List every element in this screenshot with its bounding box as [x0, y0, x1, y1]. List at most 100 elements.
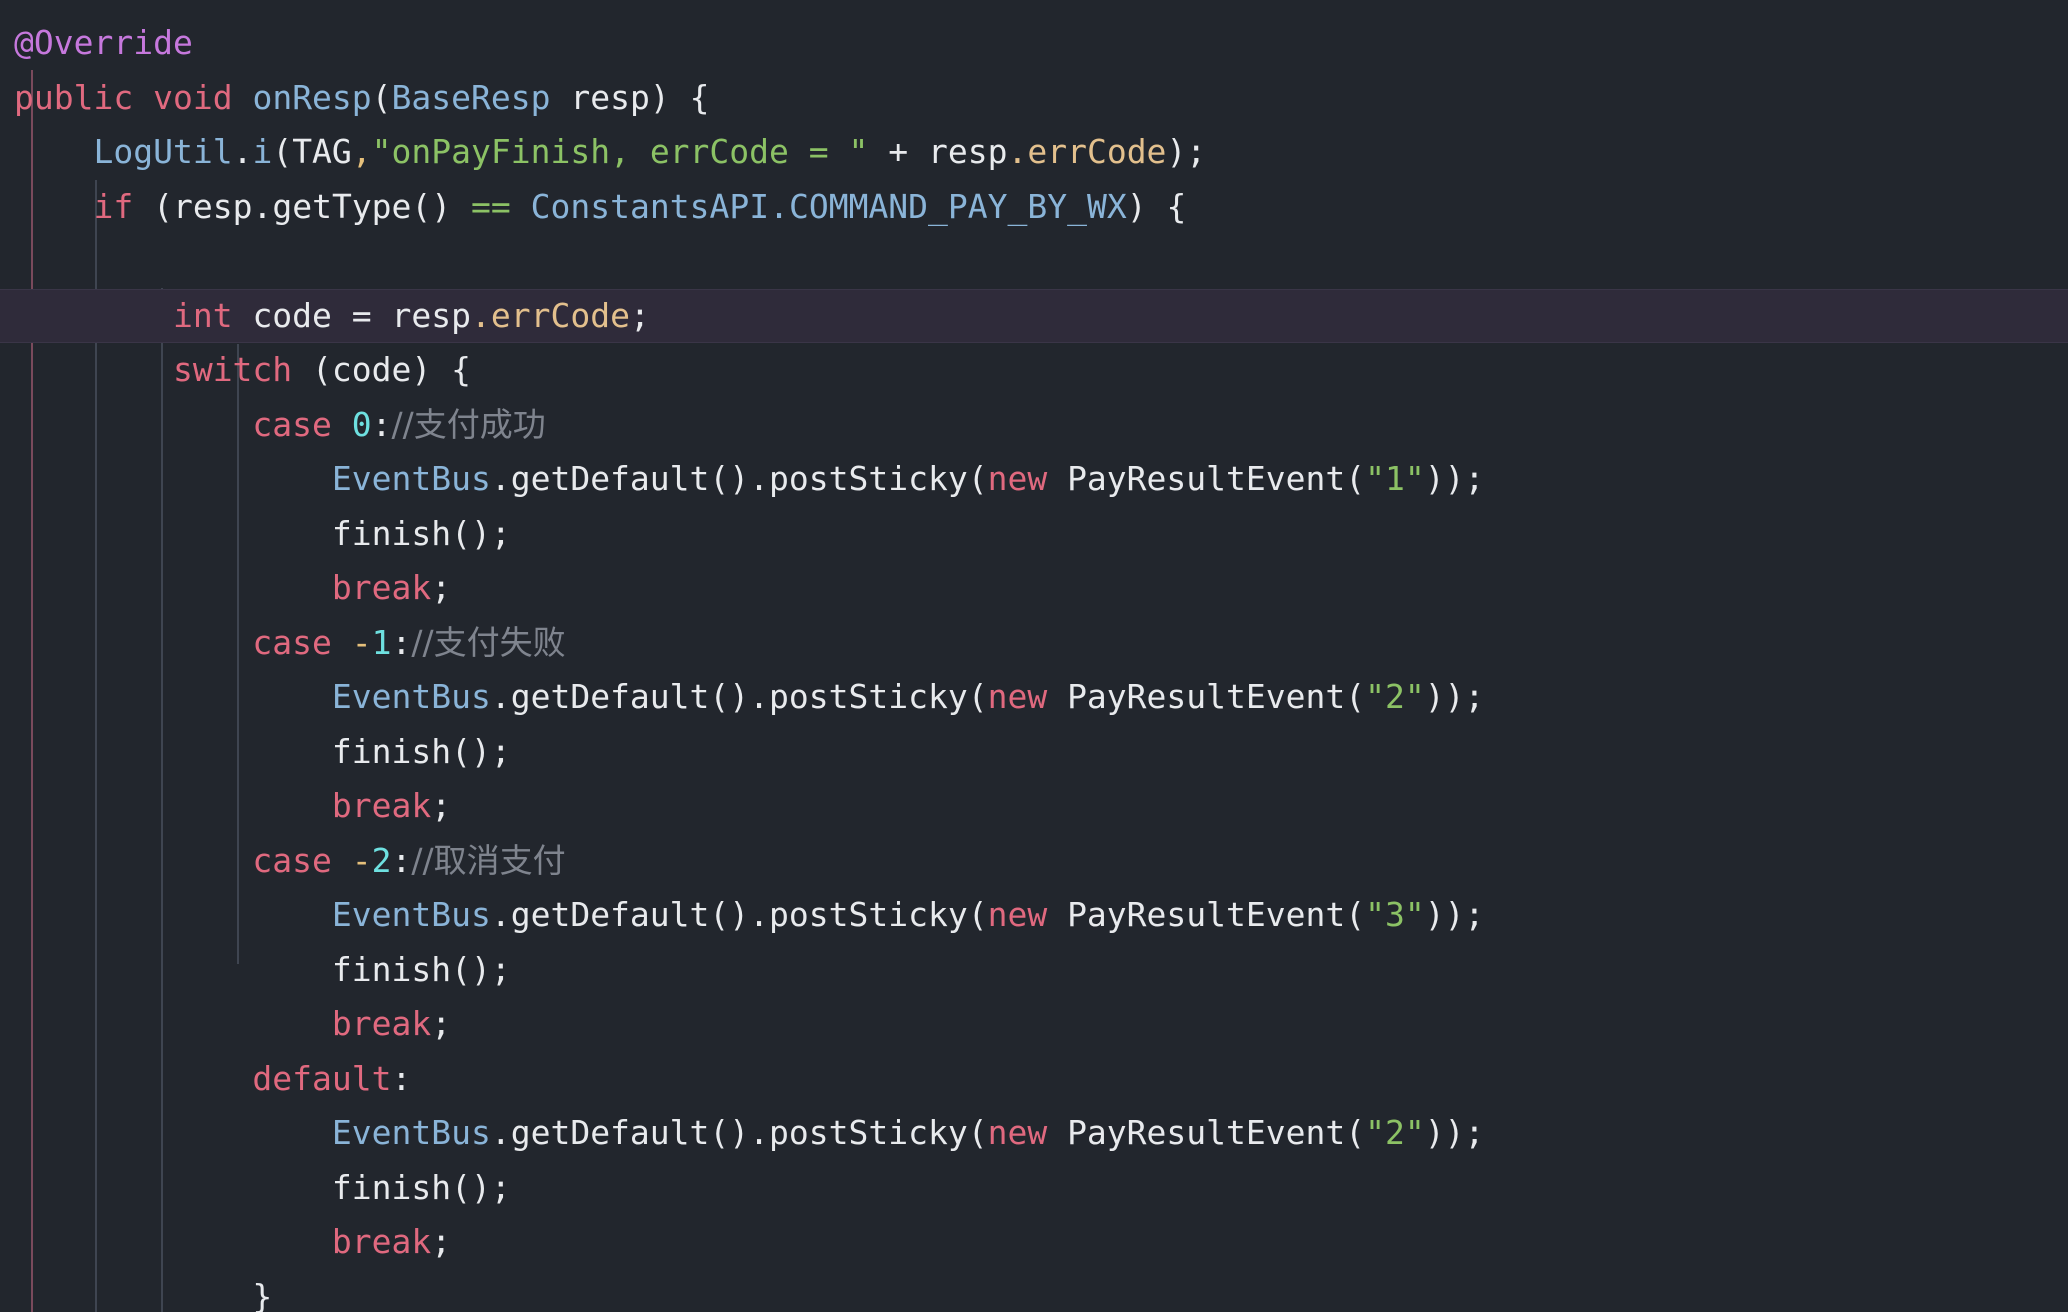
- code-line[interactable]: LogUtil.i(TAG,"onPayFinish, errCode = " …: [0, 125, 2068, 180]
- method-poststicky: postSticky: [769, 459, 968, 498]
- punctuation: ;: [431, 568, 452, 607]
- code-line[interactable]: case 0://支付成功: [0, 398, 2068, 453]
- class-payresultevent: PayResultEvent: [1067, 1113, 1346, 1152]
- class-eventbus: EventBus: [331, 677, 491, 716]
- operator-assign: =: [351, 295, 372, 335]
- keyword-new: new: [987, 459, 1048, 498]
- punctuation: ();: [451, 949, 511, 989]
- method-poststicky: postSticky: [769, 677, 968, 716]
- punctuation: (: [272, 132, 293, 171]
- keyword-if: if: [93, 186, 134, 226]
- code-line[interactable]: finish();: [0, 1161, 2068, 1216]
- punctuation: (: [312, 350, 332, 389]
- number-zero: 0: [351, 404, 372, 444]
- code-line[interactable]: public void onResp(BaseResp resp) {: [0, 71, 2068, 126]
- code-line[interactable]: finish();: [0, 507, 2068, 562]
- method-gettype: getType: [272, 186, 412, 226]
- punctuation: (: [153, 186, 173, 226]
- class-eventbus: EventBus: [331, 895, 491, 934]
- punctuation: :: [371, 404, 392, 444]
- class-payresultevent: PayResultEvent: [1067, 459, 1346, 498]
- punctuation: :: [391, 1058, 412, 1098]
- punctuation: ,: [351, 132, 372, 171]
- code-line[interactable]: @Override: [0, 16, 2068, 71]
- keyword-new: new: [987, 1113, 1048, 1152]
- code-line[interactable]: if (resp.getType() == ConstantsAPI.COMMA…: [0, 180, 2068, 235]
- punctuation: .: [252, 186, 273, 226]
- method-finish: finish: [331, 731, 452, 771]
- code-editor[interactable]: @Override public void onResp(BaseResp re…: [0, 0, 2068, 1312]
- code-line[interactable]: default:: [0, 1052, 2068, 1107]
- method-onresp: onResp: [252, 77, 372, 117]
- code-line[interactable]: EventBus.getDefault().postSticky(new Pay…: [0, 452, 2068, 507]
- string-event-failed: "2": [1365, 677, 1425, 716]
- punctuation: ;: [431, 786, 452, 825]
- code-line[interactable]: EventBus.getDefault().postSticky(new Pay…: [0, 1106, 2068, 1161]
- code-line[interactable]: break;: [0, 1215, 2068, 1270]
- punctuation: ) {: [1126, 186, 1187, 226]
- code-line[interactable]: EventBus.getDefault().postSticky(new Pay…: [0, 888, 2068, 943]
- punctuation: ;: [431, 1004, 452, 1043]
- punctuation: ();: [451, 513, 511, 553]
- punctuation: ));: [1424, 677, 1485, 716]
- keyword-break: break: [331, 786, 432, 825]
- code-line[interactable]: case -1://支付失败: [0, 616, 2068, 671]
- string-event-default: "2": [1365, 1113, 1425, 1152]
- punctuation: (: [967, 895, 988, 934]
- punctuation: ();: [451, 1167, 511, 1207]
- keyword-new: new: [987, 895, 1048, 934]
- punctuation: (: [967, 677, 988, 716]
- punctuation: ));: [1424, 895, 1485, 934]
- annotation-override: @Override: [14, 23, 193, 62]
- comment-pay-success: //支付成功: [391, 404, 546, 444]
- class-payresultevent: PayResultEvent: [1067, 895, 1346, 934]
- method-getdefault: getDefault: [510, 895, 710, 934]
- code-line[interactable]: finish();: [0, 725, 2068, 780]
- method-finish: finish: [331, 513, 452, 553]
- punctuation: (: [1345, 459, 1366, 498]
- number-one: 1: [371, 622, 392, 662]
- class-eventbus: EventBus: [331, 459, 491, 498]
- code-line[interactable]: case -2://取消支付: [0, 834, 2068, 889]
- punctuation: .: [232, 132, 253, 171]
- punctuation: :: [391, 622, 412, 662]
- code-line[interactable]: break;: [0, 779, 2068, 834]
- method-poststicky: postSticky: [769, 895, 968, 934]
- method-getdefault: getDefault: [510, 1113, 710, 1152]
- property-errcode: .errCode: [1007, 132, 1167, 171]
- punctuation: ;: [629, 295, 650, 335]
- code-line[interactable]: EventBus.getDefault().postSticky(new Pay…: [0, 670, 2068, 725]
- class-eventbus: EventBus: [331, 1113, 491, 1152]
- punctuation: ().: [709, 1113, 770, 1152]
- keyword-break: break: [331, 568, 432, 607]
- keyword-case: case: [252, 622, 332, 662]
- punctuation: .: [490, 677, 511, 716]
- string-log-message: "onPayFinish, errCode = ": [371, 132, 869, 171]
- keyword-default: default: [252, 1058, 392, 1098]
- punctuation: );: [1166, 132, 1207, 171]
- param-resp: resp: [570, 77, 650, 117]
- punctuation: (: [1345, 677, 1366, 716]
- keyword-new: new: [987, 677, 1048, 716]
- method-i: i: [252, 132, 273, 171]
- var-resp: resp: [172, 186, 253, 226]
- number-two: 2: [371, 840, 392, 880]
- code-line-blank[interactable]: [0, 234, 2068, 289]
- method-poststicky: postSticky: [769, 1113, 968, 1152]
- code-line[interactable]: break;: [0, 561, 2068, 616]
- code-line[interactable]: }: [0, 1270, 2068, 1312]
- punctuation: (: [1345, 895, 1366, 934]
- method-finish: finish: [331, 1167, 452, 1207]
- method-getdefault: getDefault: [510, 459, 710, 498]
- punctuation: ;: [431, 1222, 452, 1261]
- punctuation-close-brace: }: [252, 1276, 273, 1312]
- code-line[interactable]: switch (code) {: [0, 343, 2068, 398]
- method-finish: finish: [331, 949, 452, 989]
- code-line-highlighted[interactable]: int code = resp.errCode;: [0, 288, 2068, 343]
- code-line[interactable]: break;: [0, 997, 2068, 1052]
- keyword-switch: switch: [172, 350, 293, 389]
- class-payresultevent: PayResultEvent: [1067, 677, 1346, 716]
- punctuation: ().: [709, 895, 770, 934]
- keyword-int: int: [172, 295, 233, 335]
- code-line[interactable]: finish();: [0, 943, 2068, 998]
